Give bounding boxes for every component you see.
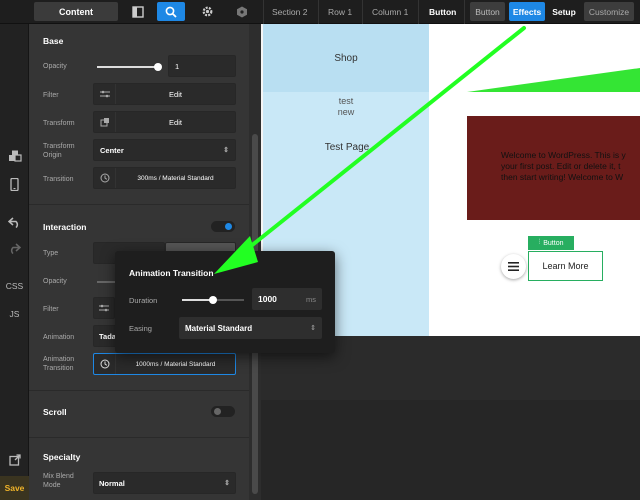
left-rail: CSS JS Save: [0, 24, 29, 500]
css-button[interactable]: CSS: [0, 276, 29, 296]
mobile-icon[interactable]: [0, 174, 29, 194]
tab-effects[interactable]: Effects: [509, 2, 545, 21]
nav-item-test[interactable]: test: [263, 96, 429, 106]
footer-lower: [261, 400, 640, 500]
animation-label: Animation: [43, 334, 75, 341]
layout-icon[interactable]: [124, 2, 152, 21]
nav-item-test-page[interactable]: Test Page: [263, 142, 429, 153]
interaction-section-title: Interaction: [43, 222, 87, 232]
filter-label: Filter: [43, 92, 59, 99]
breadcrumb-column[interactable]: Column 1: [372, 0, 408, 24]
nav-item-new[interactable]: new: [263, 107, 429, 117]
sliders-icon: [94, 84, 116, 104]
interaction-filter-label: Filter: [43, 306, 59, 313]
top-toolbar: Content Section 2 Row 1 Column 1 Button …: [0, 0, 640, 24]
breadcrumb-row[interactable]: Row 1: [328, 0, 352, 24]
save-button[interactable]: Save: [0, 476, 29, 500]
undo-icon[interactable]: [0, 212, 29, 232]
external-link-icon[interactable]: [0, 450, 29, 470]
breadcrumb-section[interactable]: Section 2: [272, 0, 307, 24]
scroll-toggle[interactable]: [211, 406, 235, 417]
specialty-section-title: Specialty: [43, 452, 81, 462]
mix-blend-mode-select[interactable]: Normal ⇕: [93, 472, 236, 494]
opacity-slider[interactable]: [97, 63, 162, 71]
easing-label: Easing: [129, 324, 152, 333]
breadcrumb-button[interactable]: Button: [429, 0, 456, 24]
gear-icon[interactable]: [193, 2, 221, 21]
popup-title: Animation Transition: [129, 268, 214, 278]
transform-icon: [94, 112, 116, 132]
page-root: Content Section 2 Row 1 Column 1 Button …: [0, 0, 640, 500]
mix-blend-mode-label: Mix Blend Mode: [43, 473, 74, 489]
transition-label: Transition: [43, 176, 74, 183]
content-button[interactable]: Content: [34, 2, 118, 21]
duration-label: Duration: [129, 296, 158, 305]
base-section-title: Base: [43, 36, 64, 46]
interaction-toggle[interactable]: [211, 221, 235, 232]
chevron-updown-icon: ⇕: [310, 325, 316, 332]
nav-item-shop[interactable]: Shop: [263, 24, 429, 92]
post-text: Welcome to WordPress. This is y your fir…: [501, 150, 626, 182]
transform-label: Transform: [43, 120, 75, 127]
animation-transition-popup: Animation Transition Duration 1000 ms Ea…: [115, 251, 335, 353]
type-label: Type: [43, 250, 59, 257]
clock-icon: [94, 354, 116, 374]
duration-input[interactable]: 1000 ms: [252, 288, 322, 310]
easing-select[interactable]: Material Standard ⇕: [179, 317, 322, 339]
duration-slider[interactable]: [182, 296, 244, 304]
search-icon[interactable]: [157, 2, 185, 21]
boxes-icon[interactable]: [0, 146, 29, 166]
js-button[interactable]: JS: [0, 304, 29, 324]
element-tag-button[interactable]: ⫶ Button: [528, 236, 574, 250]
drag-handle-icon: ⫶: [538, 239, 541, 246]
interaction-opacity-label: Opacity: [43, 278, 67, 285]
redo-icon[interactable]: [0, 238, 29, 258]
opacity-label: Opacity: [43, 63, 67, 70]
interaction-opacity-slider[interactable]: [97, 281, 117, 283]
clock-icon: [94, 168, 116, 188]
transform-origin-label: Transform Origin: [43, 143, 75, 159]
scroll-section-title: Scroll: [43, 407, 67, 417]
learn-more-button[interactable]: Learn More: [528, 251, 603, 281]
chevron-updown-icon: ⇕: [223, 147, 229, 154]
filter-edit-button[interactable]: Edit: [93, 83, 236, 105]
interaction-filter-button[interactable]: [93, 297, 115, 319]
transform-edit-button[interactable]: Edit: [93, 111, 236, 133]
tab-button[interactable]: Button: [470, 2, 505, 21]
sliders-icon: [94, 298, 114, 318]
transform-origin-select[interactable]: Center ⇕: [93, 139, 236, 161]
hamburger-icon[interactable]: [501, 254, 526, 279]
transition-field[interactable]: 300ms / Material Standard: [93, 167, 236, 189]
animation-transition-field[interactable]: 1000ms / Material Standard: [93, 353, 236, 375]
tab-customize[interactable]: Customize: [584, 2, 634, 21]
hexagon-icon[interactable]: [228, 2, 256, 21]
chevron-updown-icon: ⇕: [224, 480, 230, 487]
tab-setup[interactable]: Setup: [548, 2, 580, 21]
animation-transition-label: Animation Transition: [43, 356, 75, 372]
opacity-input[interactable]: 1: [168, 55, 236, 77]
